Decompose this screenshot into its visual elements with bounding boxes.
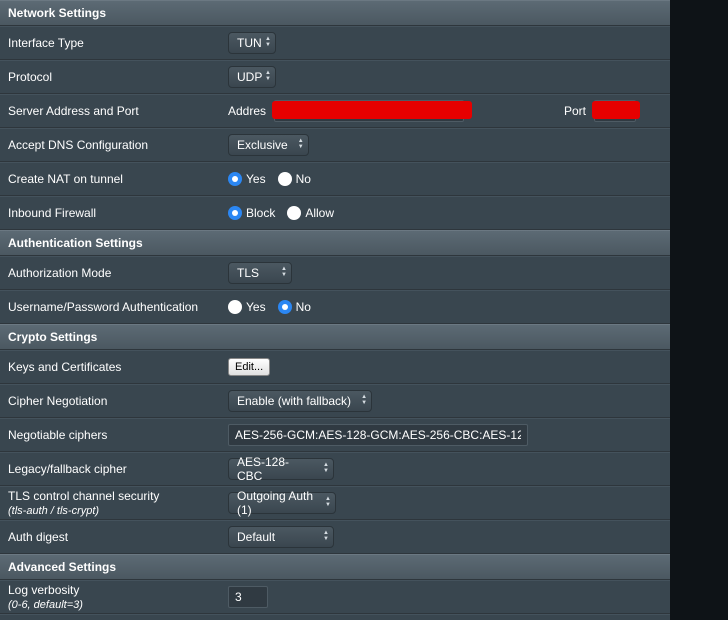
updown-caret-icon: ▲▼	[265, 70, 271, 82]
row-neg-ciphers: Negotiable ciphers	[0, 418, 670, 452]
select-cipher-neg[interactable]: Enable (with fallback) ▲▼	[228, 390, 372, 412]
label-log-verbosity: Log verbosity (0-6, default=3)	[8, 583, 228, 612]
radio-label-allow: Allow	[305, 206, 334, 220]
label-inbound-firewall: Inbound Firewall	[8, 206, 228, 220]
updown-caret-icon: ▲▼	[325, 496, 331, 508]
label-authz-mode: Authorization Mode	[8, 266, 228, 280]
row-legacy-cipher: Legacy/fallback cipher AES-128-CBC ▲▼	[0, 452, 670, 486]
updown-caret-icon: ▲▼	[323, 530, 329, 542]
settings-scroll-container[interactable]: Network Settings Interface Type TUN ▲▼ P…	[0, 0, 670, 620]
radio-create-nat-no[interactable]	[278, 172, 292, 186]
select-value: Outgoing Auth (1)	[237, 489, 315, 517]
server-port-sublabel: Port	[564, 104, 586, 118]
updown-caret-icon: ▲▼	[281, 266, 287, 278]
radio-firewall-allow[interactable]	[287, 206, 301, 220]
row-auth-digest: Auth digest Default ▲▼	[0, 520, 670, 554]
select-value: Exclusive	[237, 138, 288, 152]
radio-label-block: Block	[246, 206, 275, 220]
row-protocol: Protocol UDP ▲▼	[0, 60, 670, 94]
radio-label-no: No	[296, 172, 311, 186]
select-auth-digest[interactable]: Default ▲▼	[228, 526, 334, 548]
select-protocol[interactable]: UDP ▲▼	[228, 66, 276, 88]
server-address-sublabel: Addres	[228, 104, 266, 118]
radio-userpass-yes[interactable]	[228, 300, 242, 314]
label-interface-type: Interface Type	[8, 36, 228, 50]
select-authz-mode[interactable]: TLS ▲▼	[228, 262, 292, 284]
section-header-crypto: Crypto Settings	[0, 324, 670, 350]
select-value: TUN	[237, 36, 262, 50]
row-accept-dns: Accept DNS Configuration Exclusive ▲▼	[0, 128, 670, 162]
section-header-advanced: Advanced Settings	[0, 554, 670, 580]
outside-panel-area	[670, 0, 728, 620]
updown-caret-icon: ▲▼	[265, 36, 271, 48]
label-create-nat: Create NAT on tunnel	[8, 172, 228, 186]
redacted-address	[272, 101, 472, 119]
row-tls-control: TLS control channel security (tls-auth /…	[0, 486, 670, 520]
row-cipher-neg: Cipher Negotiation Enable (with fallback…	[0, 384, 670, 418]
label-cipher-neg: Cipher Negotiation	[8, 394, 228, 408]
label-auth-digest: Auth digest	[8, 530, 228, 544]
label-keys-certs: Keys and Certificates	[8, 360, 228, 374]
row-keys-certs: Keys and Certificates Edit...	[0, 350, 670, 384]
input-log-verbosity[interactable]	[228, 586, 268, 608]
radio-firewall-block[interactable]	[228, 206, 242, 220]
radio-userpass-no[interactable]	[278, 300, 292, 314]
row-interface-type: Interface Type TUN ▲▼	[0, 26, 670, 60]
row-server-address: Server Address and Port Addres Port	[0, 94, 670, 128]
updown-caret-icon: ▲▼	[323, 462, 329, 474]
label-server-address: Server Address and Port	[8, 104, 228, 118]
label-tls-control: TLS control channel security (tls-auth /…	[8, 489, 228, 518]
select-tls-control[interactable]: Outgoing Auth (1) ▲▼	[228, 492, 336, 514]
row-userpass-auth: Username/Password Authentication Yes No	[0, 290, 670, 324]
select-legacy-cipher[interactable]: AES-128-CBC ▲▼	[228, 458, 334, 480]
section-header-auth: Authentication Settings	[0, 230, 670, 256]
radio-group-create-nat: Yes No	[228, 172, 319, 186]
select-value: Enable (with fallback)	[237, 394, 351, 408]
label-userpass-auth: Username/Password Authentication	[8, 300, 228, 314]
redacted-port	[592, 101, 640, 119]
select-value: UDP	[237, 70, 262, 84]
radio-group-userpass: Yes No	[228, 300, 319, 314]
updown-caret-icon: ▲▼	[361, 394, 367, 406]
row-compression: Compression LZO Adaptive ▲▼	[0, 614, 670, 620]
radio-label-no: No	[296, 300, 311, 314]
label-accept-dns: Accept DNS Configuration	[8, 138, 228, 152]
radio-create-nat-yes[interactable]	[228, 172, 242, 186]
radio-group-inbound-firewall: Block Allow	[228, 206, 342, 220]
select-value: AES-128-CBC	[237, 455, 313, 483]
radio-label-yes: Yes	[246, 300, 266, 314]
input-negotiable-ciphers[interactable]	[228, 424, 528, 446]
label-neg-ciphers: Negotiable ciphers	[8, 428, 228, 442]
row-log-verbosity: Log verbosity (0-6, default=3)	[0, 580, 670, 614]
radio-label-yes: Yes	[246, 172, 266, 186]
select-interface-type[interactable]: TUN ▲▼	[228, 32, 276, 54]
row-authz-mode: Authorization Mode TLS ▲▼	[0, 256, 670, 290]
label-legacy-cipher: Legacy/fallback cipher	[8, 462, 228, 476]
label-protocol: Protocol	[8, 70, 228, 84]
updown-caret-icon: ▲▼	[298, 138, 304, 150]
section-header-network: Network Settings	[0, 0, 670, 26]
row-inbound-firewall: Inbound Firewall Block Allow	[0, 196, 670, 230]
select-accept-dns[interactable]: Exclusive ▲▼	[228, 134, 309, 156]
select-value: Default	[237, 530, 275, 544]
row-create-nat: Create NAT on tunnel Yes No	[0, 162, 670, 196]
select-value: TLS	[237, 266, 259, 280]
edit-keys-button[interactable]: Edit...	[228, 358, 270, 376]
